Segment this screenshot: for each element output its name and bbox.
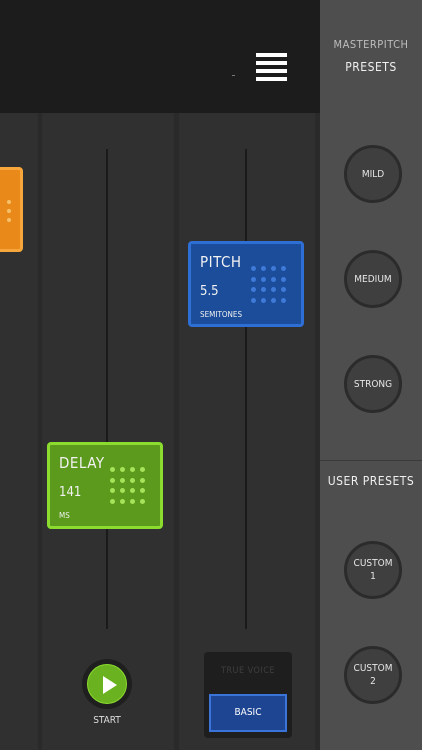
custom-1-label: CUSTOM bbox=[353, 558, 393, 569]
preset-mild-button[interactable]: MILD bbox=[344, 145, 402, 203]
pitch-slider-track[interactable] bbox=[245, 149, 247, 629]
play-icon bbox=[87, 664, 127, 704]
preset-strong-button[interactable]: STRONG bbox=[344, 355, 402, 413]
true-voice-panel: TRUE VOICE BASIC bbox=[204, 652, 292, 738]
pitch-title: PITCH bbox=[200, 253, 242, 271]
pitch-value: 5.5 bbox=[200, 284, 219, 299]
top-bar-tick bbox=[232, 75, 235, 76]
preset-custom-2-button[interactable]: CUSTOM 2 bbox=[344, 646, 402, 704]
effect-column-2 bbox=[42, 113, 174, 750]
true-voice-label: TRUE VOICE bbox=[220, 666, 276, 676]
presets-panel: MASTERPITCH PRESETS MILD MEDIUM STRONG U… bbox=[320, 0, 422, 750]
preset-custom-1-button[interactable]: CUSTOM 1 bbox=[344, 541, 402, 599]
delay-title: DELAY bbox=[59, 454, 105, 472]
start-label: START bbox=[93, 715, 121, 726]
user-presets-title: USER PRESETS bbox=[327, 474, 415, 488]
grip-dots-icon bbox=[7, 200, 11, 227]
start-button[interactable] bbox=[82, 659, 132, 709]
delay-tile[interactable]: DELAY 141 MS bbox=[47, 442, 163, 529]
custom-2-label: CUSTOM bbox=[353, 663, 393, 674]
presets-title: PRESETS bbox=[345, 60, 397, 74]
grip-dots-icon bbox=[251, 266, 289, 304]
grip-dots-icon bbox=[110, 467, 148, 505]
delay-value: 141 bbox=[59, 485, 82, 500]
delay-slider-track[interactable] bbox=[106, 149, 108, 629]
masterpitch-title: MASTERPITCH bbox=[333, 38, 409, 51]
delay-unit: MS bbox=[59, 511, 70, 520]
pitch-unit: SEMITONES bbox=[200, 310, 243, 319]
orange-effect-tile[interactable] bbox=[0, 167, 23, 252]
pitch-tile[interactable]: PITCH 5.5 SEMITONES bbox=[188, 241, 304, 327]
preset-medium-button[interactable]: MEDIUM bbox=[344, 250, 402, 308]
hamburger-menu-icon[interactable] bbox=[256, 53, 287, 83]
custom-1-number: 1 bbox=[370, 571, 376, 582]
custom-2-number: 2 bbox=[370, 676, 376, 687]
top-bar bbox=[0, 0, 320, 114]
basic-button[interactable]: BASIC bbox=[209, 694, 287, 732]
panel-divider bbox=[320, 460, 422, 461]
